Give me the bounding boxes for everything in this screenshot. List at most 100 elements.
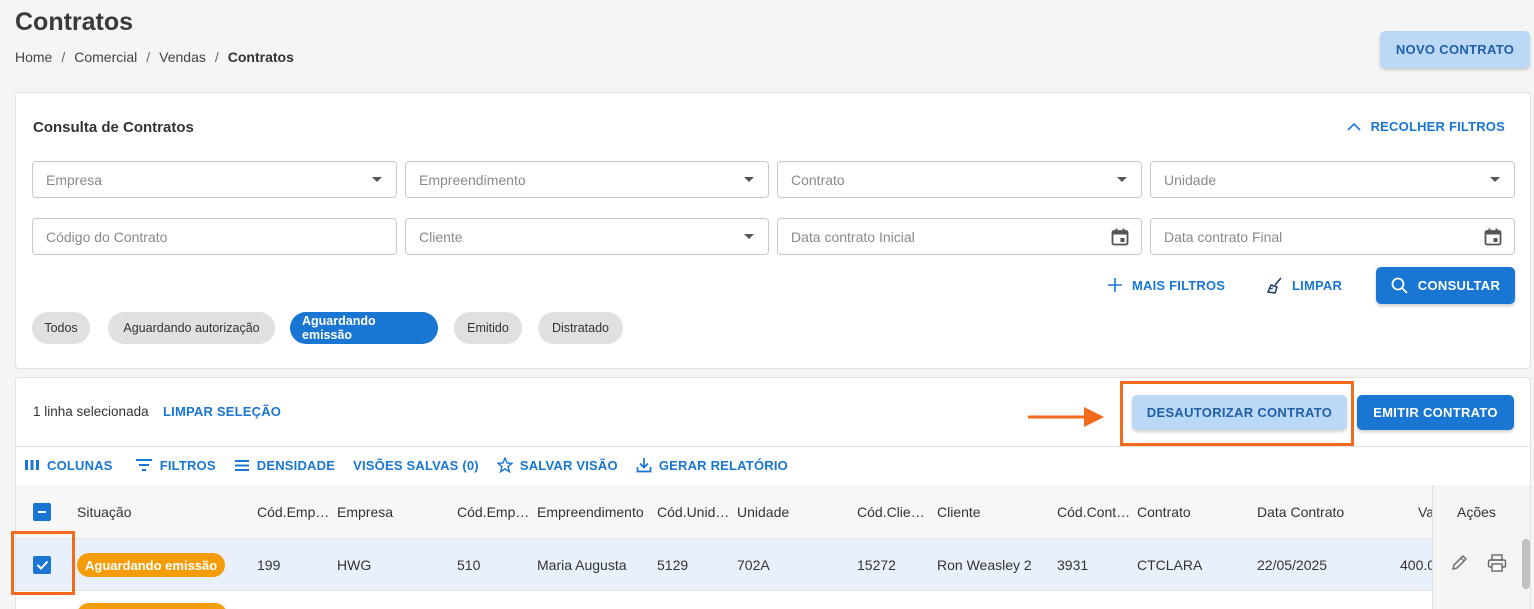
breadcrumb-current: Contratos [227,49,294,65]
selection-count: 1 linha selecionada [33,404,149,419]
data-inicial-input[interactable]: Data contrato Inicial [777,218,1142,255]
cell-cod-contrato: 3931 [1057,557,1089,573]
data-final-placeholder: Data contrato Final [1164,228,1283,245]
new-contract-button[interactable]: NOVO CONTRATO [1380,31,1530,68]
calendar-icon[interactable] [1484,228,1502,246]
clear-filters-button[interactable]: LIMPAR [1267,277,1342,294]
contracts-grid: COLUNAS FILTROS DENSIDADE VISÕES SALVAS … [15,447,1531,609]
breadcrumb-vendas[interactable]: Vendas [159,49,206,65]
col-cod-empreend[interactable]: Cód.Emp… [457,504,529,520]
filters-toolbar-label: FILTROS [159,457,216,473]
more-filters-button[interactable]: MAIS FILTROS [1107,277,1225,293]
plus-icon [1108,278,1122,292]
cliente-placeholder: Cliente [419,228,463,245]
cell-cod-unidade: 5129 [657,557,689,573]
collapse-filters-label: RECOLHER FILTROS [1370,119,1505,134]
cell-valor: 400.0 [1400,557,1436,573]
breadcrumb-separator: / [61,49,66,65]
cell-contrato: CTCLARA [1137,557,1203,573]
emit-contract-button[interactable]: EMITIR CONTRATO [1357,395,1514,430]
grid-toolbar: COLUNAS FILTROS DENSIDADE VISÕES SALVAS … [24,457,788,473]
breadcrumb: Home / Comercial / Vendas / Contratos [15,49,294,65]
filter-panel: Consulta de Contratos RECOLHER FILTROS E… [15,92,1531,369]
caret-down-icon [1490,177,1500,182]
empresa-select[interactable]: Empresa [32,161,397,198]
selection-bar: 1 linha selecionada LIMPAR SELEÇÃO DESAU… [15,377,1531,447]
cell-data-contrato: 22/05/2025 [1257,557,1328,573]
breadcrumb-separator: / [146,49,151,65]
minus-icon [38,511,46,513]
calendar-icon[interactable] [1111,228,1129,246]
empresa-placeholder: Empresa [46,171,103,188]
arrow-right-annotation [1028,407,1104,427]
star-outline-icon [496,457,513,473]
col-acoes: Ações [1457,504,1496,520]
breadcrumb-home[interactable]: Home [15,49,52,65]
highlight-checkbox-box [11,531,75,595]
unidade-select[interactable]: Unidade [1150,161,1515,198]
col-cod-cliente[interactable]: Cód.Clie… [857,504,925,520]
col-empreendimento[interactable]: Empreendimento [537,504,644,520]
breadcrumb-comercial[interactable]: Comercial [74,49,137,65]
chip-emitido[interactable]: Emitido [454,312,522,344]
data-final-input[interactable]: Data contrato Final [1150,218,1515,255]
col-empresa[interactable]: Empresa [337,504,393,520]
codigo-contrato-input[interactable]: Código do Contrato [32,218,397,255]
cell-empreendimento: Maria Augusta [537,557,627,573]
filters-toolbar-button[interactable]: FILTROS [135,457,216,473]
filter-icon [135,459,152,471]
col-cod-empresa[interactable]: Cód.Emp… [257,504,329,520]
search-icon [1391,277,1408,294]
chip-aguardando-emissao[interactable]: Aguardando emissão [290,312,438,344]
col-unidade[interactable]: Unidade [737,504,789,520]
chip-distratado[interactable]: Distratado [538,312,623,344]
density-button[interactable]: DENSIDADE [234,457,335,473]
empreendimento-select[interactable]: Empreendimento [405,161,769,198]
vertical-scrollbar[interactable] [1522,539,1530,589]
printer-icon[interactable] [1487,554,1507,572]
col-situacao[interactable]: Situação [77,504,131,520]
clear-selection-button[interactable]: LIMPAR SELEÇÃO [163,404,281,419]
page-title: Contratos [15,8,134,36]
col-contrato[interactable]: Contrato [1137,504,1191,520]
columns-icon [25,460,39,470]
cell-cod-empreend: 510 [457,557,481,573]
clear-filters-label: LIMPAR [1292,278,1343,293]
save-view-button[interactable]: SALVAR VISÃO [496,457,618,473]
cell-cod-empresa: 199 [257,557,281,573]
table-row[interactable]: Aguardando emissão 199 HWG 510 Maria Aug… [16,539,1530,591]
chip-aguardando-autorizacao[interactable]: Aguardando autorização [108,312,275,344]
filter-panel-title: Consulta de Contratos [33,119,194,136]
more-filters-label: MAIS FILTROS [1132,277,1226,293]
table-header-row: Situação Cód.Emp… Empresa Cód.Emp… Empre… [16,485,1530,539]
breadcrumb-separator: / [214,49,219,65]
chip-todos[interactable]: Todos [32,312,90,344]
search-button[interactable]: CONSULTAR [1376,267,1515,304]
search-label: CONSULTAR [1417,278,1501,293]
cell-empresa: HWG [337,557,372,573]
caret-down-icon [744,234,754,239]
download-icon [636,458,652,473]
collapse-filters-button[interactable]: RECOLHER FILTROS [1347,119,1505,134]
caret-down-icon [372,177,382,182]
col-cod-contrato[interactable]: Cód.Cont… [1057,504,1130,520]
col-data-contrato[interactable]: Data Contrato [1257,504,1344,520]
actions-column: Ações [1432,485,1530,609]
generate-report-button[interactable]: GERAR RELATÓRIO [636,457,788,473]
cell-cod-cliente: 15272 [857,557,896,573]
cliente-select[interactable]: Cliente [405,218,769,255]
contrato-select[interactable]: Contrato [777,161,1142,198]
density-icon [234,459,249,471]
saved-views-button[interactable]: VISÕES SALVAS (0) [353,457,479,473]
columns-button[interactable]: COLUNAS [24,457,113,473]
deauthorize-contract-button[interactable]: DESAUTORIZAR CONTRATO [1132,395,1347,430]
generate-report-label: GERAR RELATÓRIO [658,457,788,473]
broom-icon [1267,277,1282,294]
col-cliente[interactable]: Cliente [937,504,981,520]
pencil-icon[interactable] [1450,554,1468,572]
chevron-up-icon [1347,122,1361,131]
density-label: DENSIDADE [256,457,336,473]
col-cod-unidade[interactable]: Cód.Unid… [657,504,729,520]
select-all-checkbox[interactable] [33,503,51,521]
save-view-label: SALVAR VISÃO [519,457,618,473]
